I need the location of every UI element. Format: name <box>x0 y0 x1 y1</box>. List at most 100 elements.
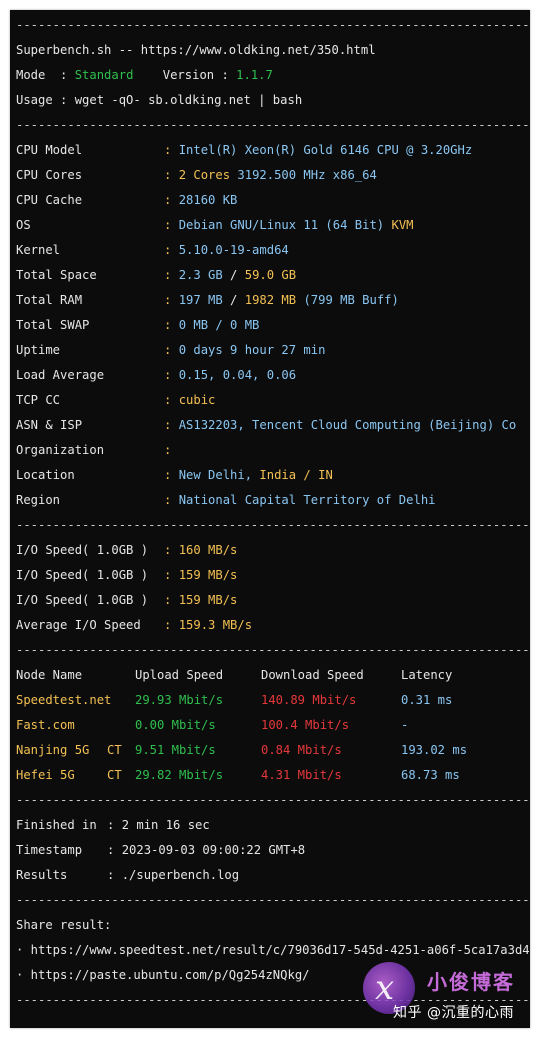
io-run-value: 159 MB/s <box>178 568 238 582</box>
latency-header: Latency <box>401 668 453 682</box>
mode-line: Mode : Standard Version : 1.1.7 <box>16 63 273 88</box>
download-speed: 4.31 Mbit/s <box>261 768 342 782</box>
node-name: Nanjing 5G <box>16 743 90 757</box>
finished-row: Finished in: 2 min 16 sec <box>16 813 210 838</box>
download-speed: 0.84 Mbit/s <box>261 743 342 757</box>
timestamp-row: Timestamp: 2023-09-03 09:00:22 GMT+8 <box>16 838 305 863</box>
version-value: 1.1.7 <box>236 68 273 82</box>
io-run-label: I/O Speed( 1.0GB ) <box>16 568 149 582</box>
separator: ----------------------------------------… <box>16 893 530 907</box>
total-space-used: 2.3 GB <box>178 268 223 282</box>
location-row: Location: New Delhi, India / IN <box>16 463 333 488</box>
upload-speed: 9.51 Mbit/s <box>135 743 216 757</box>
node-name-header: Node Name <box>16 668 83 682</box>
cpu-cache-row: CPU Cache: 28160 KB <box>16 188 237 213</box>
io-run-value: 159 MB/s <box>178 593 238 607</box>
cpu-cache-label: CPU Cache <box>16 193 83 207</box>
upload-speed: 0.00 Mbit/s <box>135 718 216 732</box>
finished-value: 2 min 16 sec <box>121 818 210 832</box>
results-label: Results <box>16 868 68 882</box>
separator: ----------------------------------------… <box>16 643 530 657</box>
node-isp: CT <box>107 768 122 782</box>
separator: ----------------------------------------… <box>16 118 530 132</box>
total-ram-slash: / <box>222 293 245 307</box>
separator: ----------------------------------------… <box>16 18 530 32</box>
organization-label: Organization <box>16 443 105 457</box>
node-name: Fast.com <box>16 718 75 732</box>
load-average-label: Load Average <box>16 368 105 382</box>
io-average-row: Average I/O Speed: 159.3 MB/s <box>16 613 252 638</box>
speedtest-row: Nanjing 5G CT 9.51 Mbit/s 0.84 Mbit/s 193.02… <box>16 738 467 763</box>
tcp-cc-row: TCP CC: cubic <box>16 388 215 413</box>
cpu-cores-label: CPU Cores <box>16 168 83 182</box>
speedtest-row: Fast.com 0.00 Mbit/s 100.4 Mbit/s - <box>16 713 408 738</box>
results-value: ./superbench.log <box>121 868 240 882</box>
share-title: Share result: <box>16 918 112 932</box>
kernel-label: Kernel <box>16 243 61 257</box>
download-speed: 100.4 Mbit/s <box>261 718 350 732</box>
total-ram-label: Total RAM <box>16 293 83 307</box>
header-title: Superbench.sh -- https://www.oldking.net… <box>16 43 376 57</box>
os-virt: KVM <box>391 218 414 232</box>
region-value: National Capital Territory of Delhi <box>178 493 436 507</box>
os-label: OS <box>16 218 31 232</box>
finished-label: Finished in <box>16 818 97 832</box>
location-label: Location <box>16 468 75 482</box>
total-ram-used: 197 MB <box>178 293 223 307</box>
total-swap-value: 0 MB / 0 MB <box>178 318 260 332</box>
uptime-label: Uptime <box>16 343 61 357</box>
io-run-row: I/O Speed( 1.0GB ): 159 MB/s <box>16 563 237 588</box>
cpu-cache-value: 28160 KB <box>178 193 238 207</box>
terminal-window: ----------------------------------------… <box>10 10 530 1028</box>
io-run-row: I/O Speed( 1.0GB ): 159 MB/s <box>16 588 237 613</box>
watermark-credit: 知乎 @沉重的心雨 <box>393 1005 514 1021</box>
io-run-row: I/O Speed( 1.0GB ): 160 MB/s <box>16 538 237 563</box>
cpu-cores-count: 2 Cores <box>178 168 231 182</box>
total-ram-buff: (799 MB Buff) <box>296 293 399 307</box>
total-swap-row: Total SWAP: 0 MB / 0 MB <box>16 313 259 338</box>
uptime-row: Uptime: 0 days 9 hour 27 min <box>16 338 325 363</box>
location-city: New Delhi, <box>178 468 260 482</box>
cpu-cores-freq: 3192.500 MHz x86_64 <box>230 168 377 182</box>
timestamp-value: 2023-09-03 09:00:22 GMT+8 <box>121 843 306 857</box>
speedtest-row: Hefei 5G CT 29.82 Mbit/s 4.31 Mbit/s 68.73 m… <box>16 763 460 788</box>
io-average-value: 159.3 MB/s <box>178 618 253 632</box>
os-row: OS: Debian GNU/Linux 11 (64 Bit) KVM <box>16 213 414 238</box>
total-space-slash: / <box>222 268 245 282</box>
total-space-row: Total Space: 2.3 GB / 59.0 GB <box>16 263 296 288</box>
separator: ----------------------------------------… <box>16 518 530 532</box>
location-country: India / IN <box>259 468 333 482</box>
io-run-value: 160 MB/s <box>178 543 238 557</box>
tcp-cc-value: cubic <box>178 393 216 407</box>
load-average-row: Load Average: 0.15, 0.04, 0.06 <box>16 363 296 388</box>
usage-line: Usage : wget -qO- sb.oldking.net | bash <box>16 93 303 107</box>
total-space-total: 59.0 GB <box>244 268 297 282</box>
kernel-value: 5.10.0-19-amd64 <box>178 243 289 257</box>
latency: 193.02 ms <box>401 743 468 757</box>
cpu-model-row: CPU Model: Intel(R) Xeon(R) Gold 6146 CP… <box>16 138 472 163</box>
node-isp: CT <box>107 743 122 757</box>
load-average-value: 0.15, 0.04, 0.06 <box>178 368 297 382</box>
results-row: Results: ./superbench.log <box>16 863 239 888</box>
mode-value: Standard <box>74 68 134 82</box>
tcp-cc-label: TCP CC <box>16 393 61 407</box>
cpu-model-value: Intel(R) Xeon(R) Gold 6146 CPU @ 3.20GHz <box>178 143 473 157</box>
asn-isp-value: AS132203, Tencent Cloud Computing (Beiji… <box>178 418 517 432</box>
node-name: Speedtest.net <box>16 693 112 707</box>
download-header: Download Speed <box>261 668 364 682</box>
share-link[interactable]: · https://paste.ubuntu.com/p/Qg254zNQkg/ <box>16 963 310 988</box>
organization-row: Organization: <box>16 438 179 463</box>
region-row: Region: National Capital Territory of De… <box>16 488 436 513</box>
speedtest-header-row: Node Name Upload Speed Download Speed Laten… <box>16 663 452 688</box>
upload-speed: 29.93 Mbit/s <box>135 693 224 707</box>
timestamp-label: Timestamp <box>16 843 83 857</box>
total-ram-row: Total RAM: 197 MB / 1982 MB (799 MB Buff… <box>16 288 399 313</box>
mode-label: Mode : <box>16 68 75 82</box>
latency: 68.73 ms <box>401 768 460 782</box>
os-value: Debian GNU/Linux 11 (64 Bit) <box>178 218 392 232</box>
latency: 0.31 ms <box>401 693 453 707</box>
uptime-value: 0 days 9 hour 27 min <box>178 343 326 357</box>
upload-header: Upload Speed <box>135 668 224 682</box>
watermark: x 小俊博客 知乎 @沉重的心雨 <box>355 958 525 1026</box>
asn-isp-label: ASN & ISP <box>16 418 83 432</box>
